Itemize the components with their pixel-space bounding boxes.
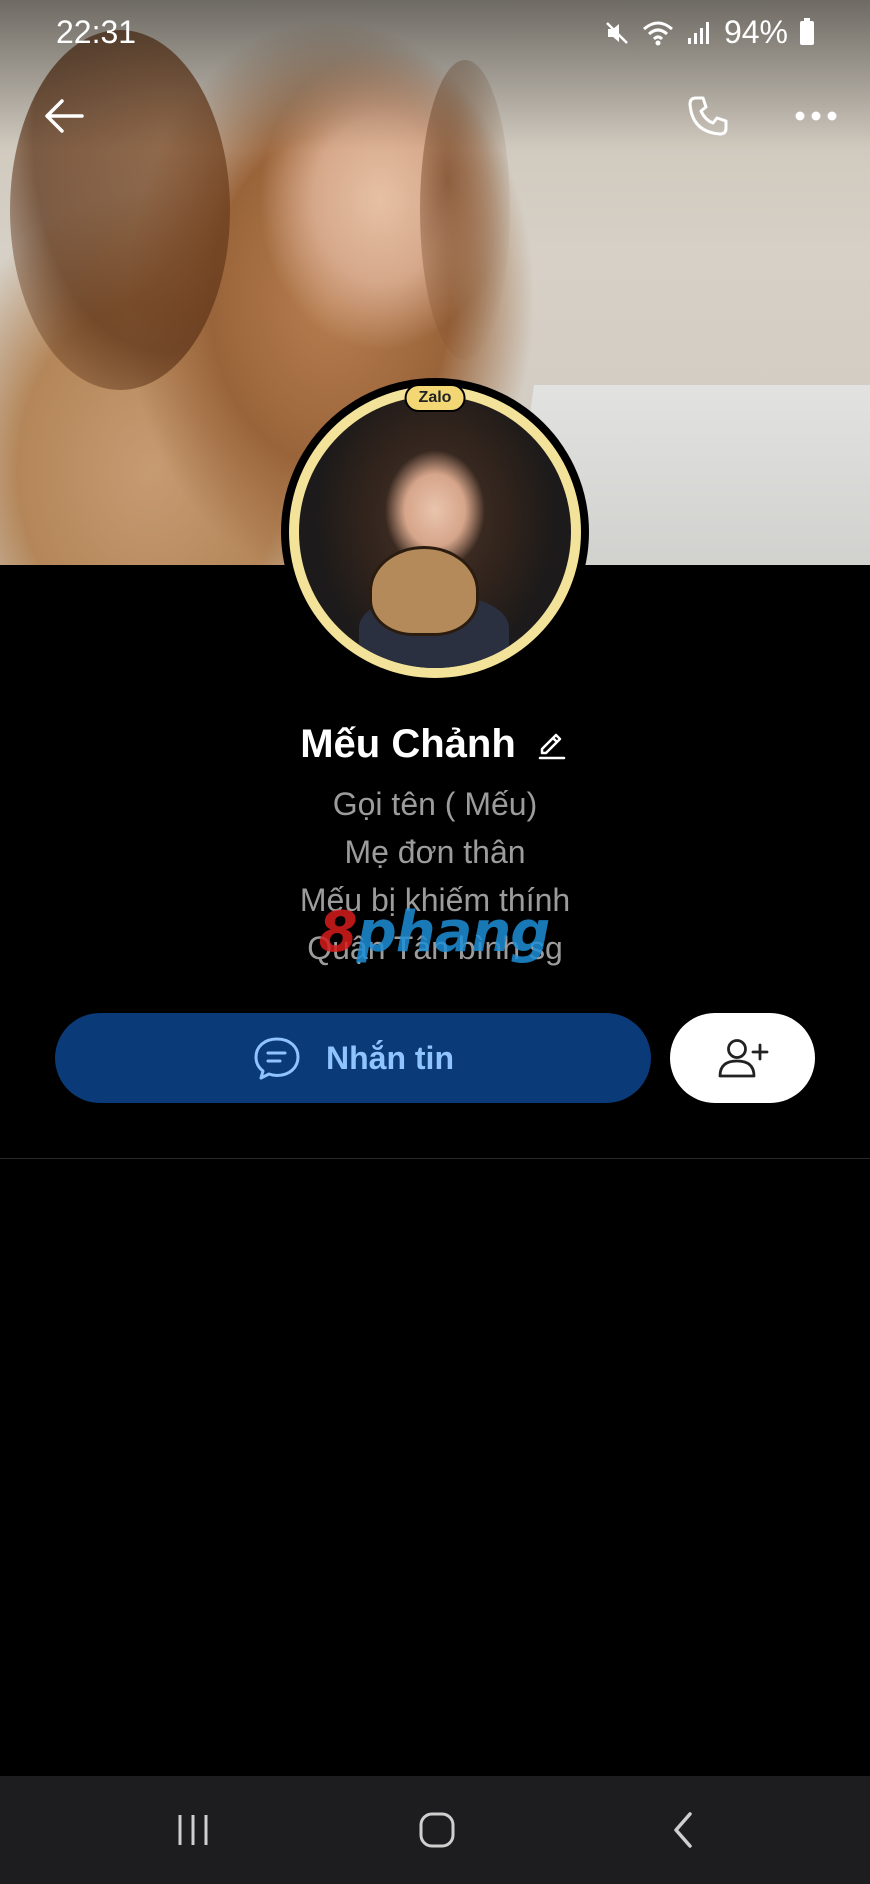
recent-apps-button[interactable] [154, 1800, 234, 1860]
system-back-icon [674, 1812, 692, 1848]
avatar-frame: Zalo [289, 384, 581, 678]
android-nav-bar [0, 1776, 870, 1884]
battery-icon [800, 17, 814, 45]
avatar-photo [299, 396, 571, 668]
status-time: 22:31 [56, 14, 137, 50]
more-dots-icon [795, 111, 837, 121]
more-button[interactable] [780, 88, 852, 144]
message-button-label: Nhắn tin [326, 1039, 454, 1076]
watermark-logo: 8 phang [304, 899, 564, 965]
pencil-icon [538, 733, 566, 759]
back-arrow-icon [45, 99, 84, 133]
watermark-part-2: phang [356, 899, 551, 965]
signal-icon [687, 21, 709, 44]
phone-icon [688, 96, 728, 136]
call-button[interactable] [672, 88, 744, 144]
edit-name-button[interactable] [534, 727, 570, 763]
add-friend-button[interactable] [670, 1013, 815, 1103]
home-icon [419, 1812, 455, 1848]
battery-percentage: 94% [723, 14, 788, 50]
status-icons: 94% [604, 14, 814, 51]
chat-bubble-icon [254, 1037, 300, 1080]
status-bar: 22:31 94% [0, 0, 870, 64]
home-button[interactable] [397, 1800, 477, 1860]
watermark-part-1: 8 [318, 899, 358, 965]
section-divider [0, 1158, 870, 1159]
message-button[interactable]: Nhắn tin [55, 1013, 651, 1103]
system-back-button[interactable] [643, 1800, 723, 1860]
mute-icon [606, 21, 628, 44]
wifi-icon [642, 21, 673, 45]
add-friend-icon [718, 1039, 768, 1078]
bio-line-1: Gọi tên ( Mếu) [332, 786, 538, 822]
avatar-sticker [369, 546, 479, 636]
recents-icon [178, 1815, 208, 1845]
bio-line-2: Mẹ đơn thân [344, 834, 526, 870]
profile-name-row: Mếu Chảnh [0, 722, 870, 767]
back-button[interactable] [28, 88, 100, 144]
zalo-badge: Zalo [404, 384, 466, 412]
profile-name: Mếu Chảnh [300, 722, 516, 766]
avatar[interactable]: Zalo [281, 378, 589, 686]
